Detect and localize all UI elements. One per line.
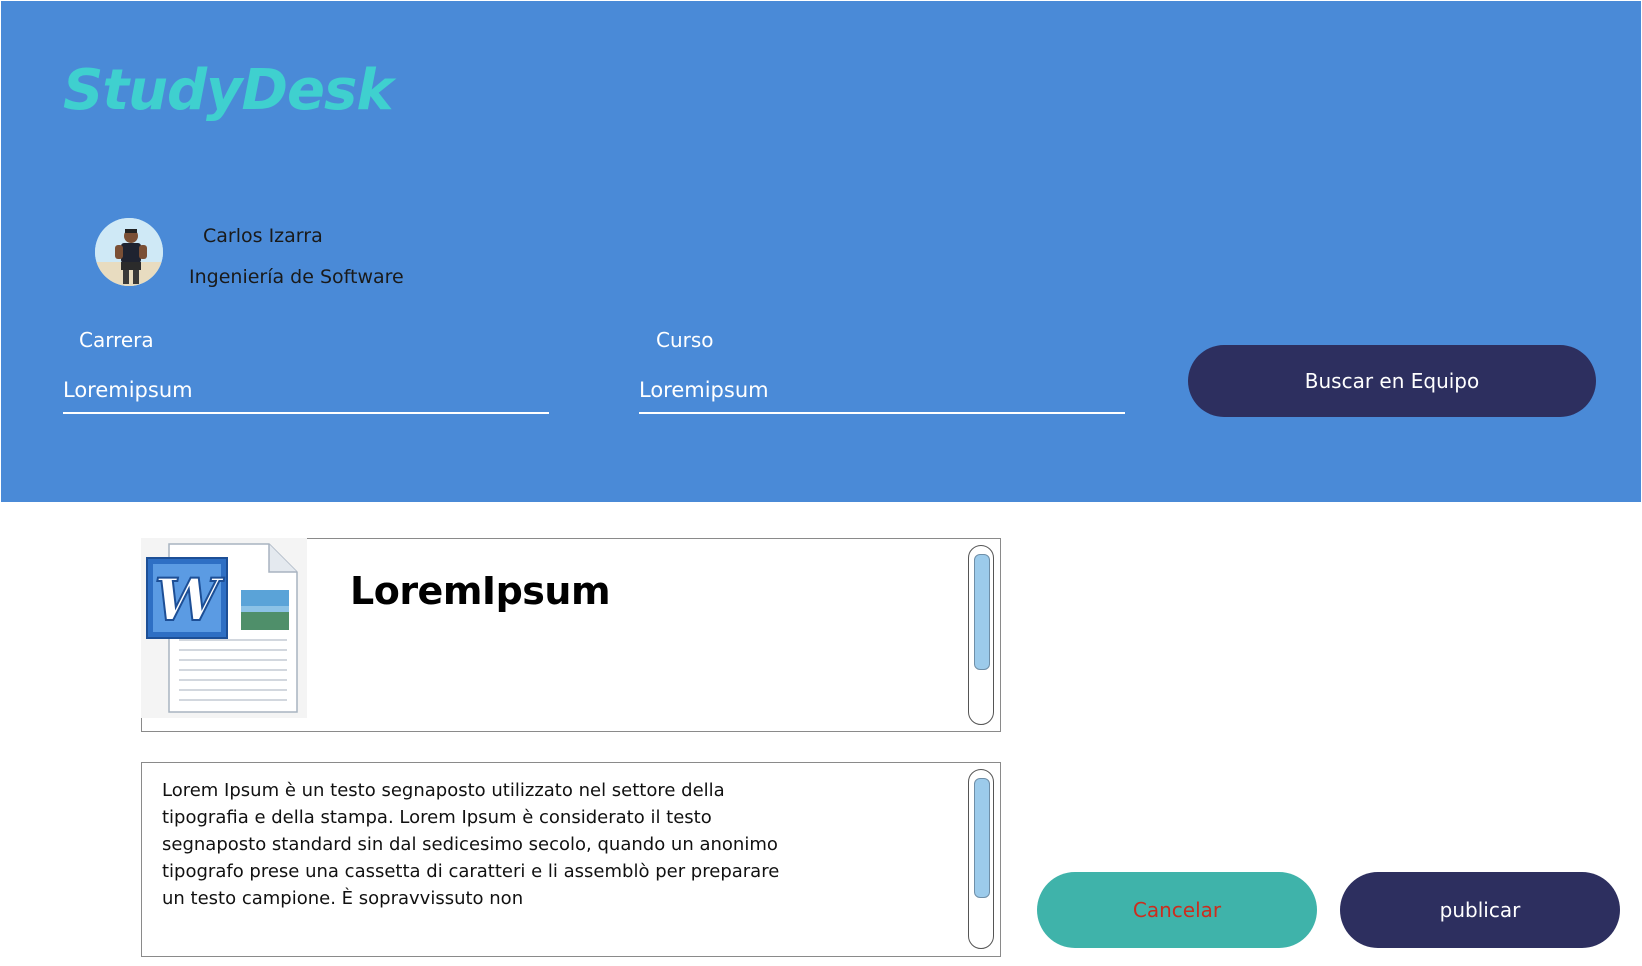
document-description: Lorem Ipsum è un testo segnaposto utiliz… [162,780,780,909]
user-photo-icon [95,218,163,286]
carrera-input[interactable] [63,374,549,414]
app-logo[interactable]: StudyDesk [63,63,394,119]
document-card[interactable]: W LoremIpsum [141,538,1001,732]
publish-button[interactable]: publicar [1340,872,1620,948]
header-banner: StudyDesk Carlos Izarra Ingeniería de So… [1,1,1641,502]
curso-input[interactable] [639,374,1125,414]
user-career: Ingeniería de Software [189,266,404,288]
description-scrollbar[interactable] [968,769,994,949]
document-title: LoremIpsum [350,569,611,613]
search-team-button[interactable]: Buscar en Equipo [1188,345,1596,417]
curso-label: Curso [656,328,714,352]
description-scroll-thumb[interactable] [974,778,990,898]
carrera-label: Carrera [79,328,154,352]
description-card[interactable]: Lorem Ipsum è un testo segnaposto utiliz… [141,762,1001,957]
user-name: Carlos Izarra [203,225,323,247]
word-document-icon: W [141,538,307,718]
document-scrollbar[interactable] [968,545,994,725]
avatar[interactable] [95,218,163,286]
cancel-button[interactable]: Cancelar [1037,872,1317,948]
svg-text:W: W [154,566,224,634]
document-scroll-thumb[interactable] [974,554,990,670]
